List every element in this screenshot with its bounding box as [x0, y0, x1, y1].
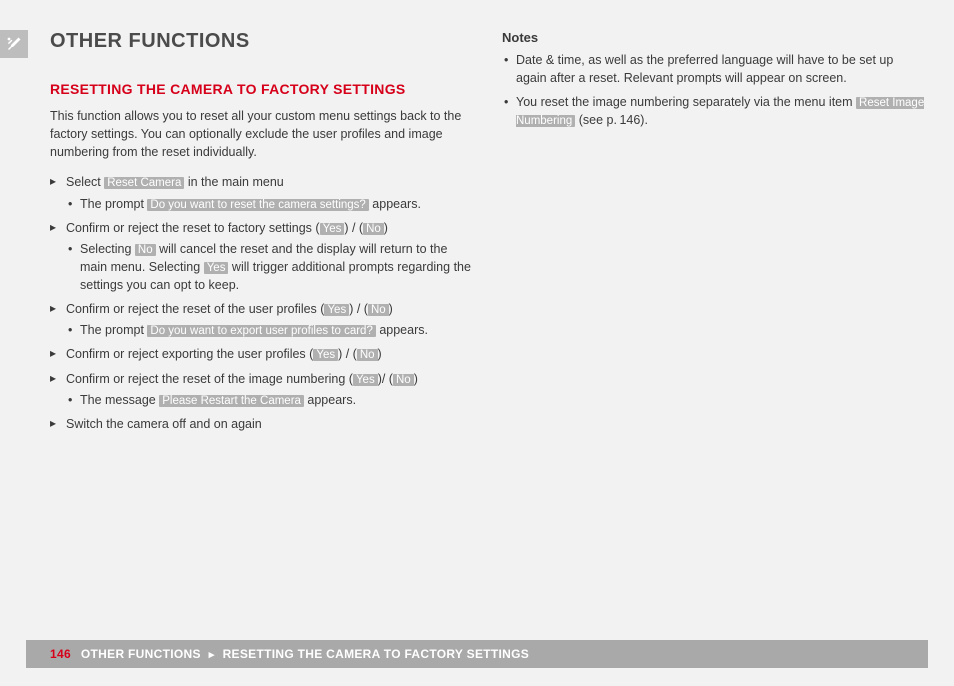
footer-crumb: RESETTING THE CAMERA TO FACTORY SETTINGS [223, 647, 529, 661]
step-item: Confirm or reject the reset of the user … [50, 300, 474, 339]
menu-label: Yes [320, 223, 345, 235]
menu-label: Reset Camera [104, 177, 184, 189]
menu-label: No [368, 304, 389, 316]
note-item: Date & time, as well as the preferred la… [502, 51, 926, 87]
sub-item: Selecting No will cancel the reset and t… [66, 240, 474, 294]
menu-label: No [357, 349, 378, 361]
sub-item: The prompt Do you want to reset the came… [66, 195, 474, 213]
menu-label: No [363, 223, 384, 235]
page-number: 146 [50, 647, 71, 661]
step-item: Switch the camera off and on again [50, 415, 474, 433]
intro-text: This function allows you to reset all yo… [50, 107, 474, 161]
tools-icon [6, 36, 22, 52]
step-item: Confirm or reject the reset to factory s… [50, 219, 474, 295]
menu-label: Yes [204, 262, 229, 274]
sub-item: The prompt Do you want to export user pr… [66, 321, 474, 339]
step-list: Select Reset Camera in the main menu The… [50, 173, 474, 433]
chevron-right-icon: ▸ [209, 648, 215, 661]
footer-bar: 146 OTHER FUNCTIONS ▸ RESETTING THE CAME… [26, 640, 928, 668]
step-item: Confirm or reject exporting the user pro… [50, 345, 474, 363]
step-item: Confirm or reject the reset of the image… [50, 370, 474, 409]
section-title: RESETTING THE CAMERA TO FACTORY SETTINGS [50, 81, 474, 97]
footer-crumb: OTHER FUNCTIONS [81, 647, 201, 661]
menu-label: No [135, 244, 156, 256]
step-item: Select Reset Camera in the main menu The… [50, 173, 474, 212]
menu-label: Please Restart the Camera [159, 395, 304, 407]
side-tab [0, 30, 28, 58]
menu-label: Yes [324, 304, 349, 316]
menu-label: Do you want to reset the camera settings… [147, 199, 368, 211]
right-column: Notes Date & time, as well as the prefer… [502, 30, 926, 626]
left-column: OTHER FUNCTIONS RESETTING THE CAMERA TO … [50, 30, 474, 626]
sub-item: The message Please Restart the Camera ap… [66, 391, 474, 409]
notes-list: Date & time, as well as the preferred la… [502, 51, 926, 130]
menu-label: No [393, 374, 414, 386]
note-item: You reset the image numbering separately… [502, 93, 926, 129]
notes-title: Notes [502, 30, 926, 45]
page-content: OTHER FUNCTIONS RESETTING THE CAMERA TO … [50, 30, 926, 626]
menu-label: Do you want to export user profiles to c… [147, 325, 375, 337]
menu-label: Yes [313, 349, 338, 361]
menu-label: Yes [353, 374, 378, 386]
page-title: OTHER FUNCTIONS [50, 30, 474, 53]
